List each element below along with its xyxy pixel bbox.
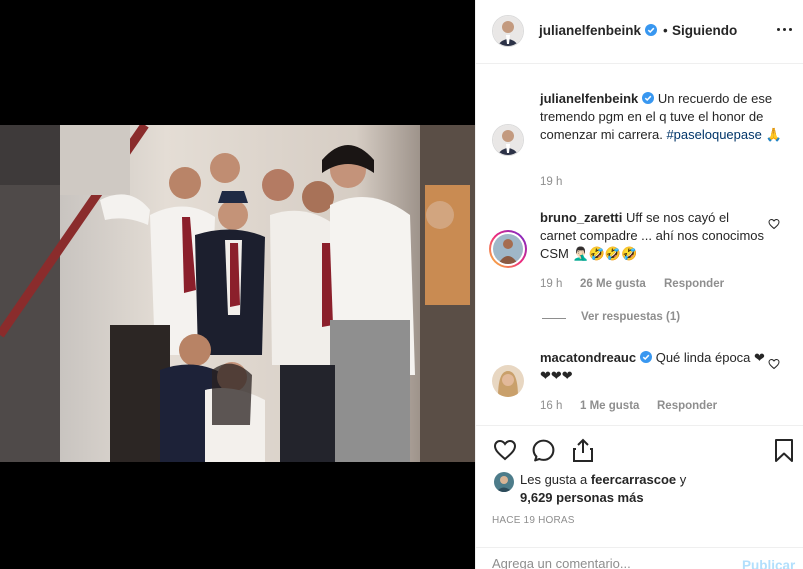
caption-emoji: 🙏 xyxy=(765,127,782,142)
comment-likes[interactable]: 1 Me gusta xyxy=(580,400,639,412)
verified-badge-icon xyxy=(642,92,655,104)
comment-bruno: bruno_zaretti Uff se nos cayó el carnet … xyxy=(540,209,768,263)
heart-icon[interactable] xyxy=(492,438,518,462)
author-username[interactable]: julianelfenbeink xyxy=(539,23,658,38)
group-photo-image xyxy=(0,125,475,462)
media-panel xyxy=(0,0,475,569)
caption-time[interactable]: 19 h xyxy=(540,176,562,188)
reply-label[interactable]: Responder xyxy=(657,400,717,412)
caption-hashtag[interactable]: #paseloquepase xyxy=(666,127,761,142)
comment-like-heart-icon[interactable] xyxy=(768,218,780,230)
post-actions: Les gusta a feercarrascoe y 9,629 person… xyxy=(476,425,803,569)
view-replies-label[interactable]: Ver respuestas (1) xyxy=(581,311,680,323)
likes-and: y xyxy=(679,472,687,487)
more-options-icon[interactable] xyxy=(775,22,795,38)
comment-likes-text[interactable]: 1 Me gusta xyxy=(580,400,639,412)
bookmark-icon[interactable] xyxy=(774,438,794,463)
comment-likes[interactable]: 26 Me gusta xyxy=(580,278,646,290)
comment-username[interactable]: macatondreauc xyxy=(540,350,636,365)
comment-like-heart-icon[interactable] xyxy=(768,358,780,370)
author-username-text[interactable]: julianelfenbeink xyxy=(539,23,641,38)
view-replies-button[interactable]: Ver respuestas (1) xyxy=(581,311,680,323)
reply-label[interactable]: Responder xyxy=(664,278,724,290)
reply-button[interactable]: Responder xyxy=(664,278,724,290)
verified-badge-icon xyxy=(645,24,658,36)
commenter-avatar-maca[interactable] xyxy=(492,365,524,397)
comment-username[interactable]: bruno_zaretti xyxy=(540,210,622,225)
verified-badge-icon xyxy=(640,351,653,363)
comment-time[interactable]: 19 h xyxy=(540,278,562,290)
comment-input[interactable] xyxy=(492,556,712,569)
post-side-panel: julianelfenbeink • Siguiendo julianelfen… xyxy=(475,0,803,569)
liker-avatar[interactable] xyxy=(494,472,514,492)
commenter-avatar-bruno[interactable] xyxy=(489,230,527,268)
likes-prefix: Les gusta a xyxy=(520,472,588,487)
comments-list: julianelfenbeink Un recuerdo de ese trem… xyxy=(476,65,803,425)
publish-button[interactable]: Publicar xyxy=(742,558,795,569)
caption-author-avatar[interactable] xyxy=(492,124,524,156)
comment-maca: macatondreauc Qué linda época ❤❤❤❤ xyxy=(540,349,768,385)
post-header: julianelfenbeink • Siguiendo xyxy=(476,0,803,64)
post-caption: julianelfenbeink Un recuerdo de ese trem… xyxy=(540,90,790,144)
comment-composer: Publicar xyxy=(476,547,803,569)
reply-button[interactable]: Responder xyxy=(657,400,717,412)
likes-text: Les gusta a feercarrascoe y 9,629 person… xyxy=(520,471,780,507)
replies-divider xyxy=(542,318,566,319)
author-avatar[interactable] xyxy=(492,15,524,47)
comment-time[interactable]: 16 h xyxy=(540,400,562,412)
instagram-post-view: julianelfenbeink • Siguiendo julianelfen… xyxy=(0,0,803,569)
share-icon[interactable] xyxy=(571,437,595,463)
post-photo[interactable] xyxy=(0,125,475,462)
comment-likes-text[interactable]: 26 Me gusta xyxy=(580,278,646,290)
header-separator: • xyxy=(663,23,668,38)
caption-username[interactable]: julianelfenbeink xyxy=(540,91,638,106)
post-timestamp[interactable]: HACE 19 HORAS xyxy=(492,515,575,526)
comment-icon[interactable] xyxy=(531,438,556,463)
liker-username[interactable]: feercarrascoe xyxy=(591,472,676,487)
following-button[interactable]: Siguiendo xyxy=(672,23,737,38)
likes-count[interactable]: 9,629 personas más xyxy=(520,490,644,505)
